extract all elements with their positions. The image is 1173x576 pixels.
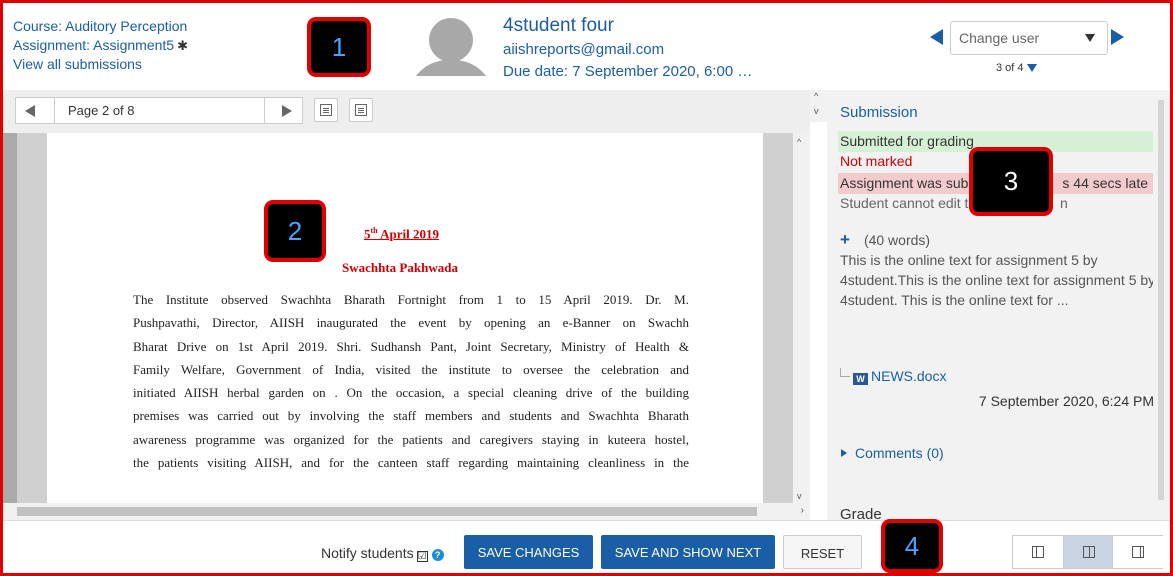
- notify-label: Notify students: [321, 545, 414, 561]
- avatar-icon: [408, 16, 494, 76]
- layout-toggle-group: [1012, 535, 1163, 569]
- arrow-left-icon[interactable]: [930, 29, 943, 45]
- status-late-tail: s 44 secs late: [1062, 175, 1148, 191]
- document-line: Pushpavathi, Director, AIISH inaugurated…: [133, 315, 689, 331]
- scroll-up-icon[interactable]: ^: [814, 91, 818, 101]
- document-date: 5th April 2019: [364, 226, 440, 242]
- callout-marker-3: 3: [969, 147, 1053, 216]
- online-text-preview: This is the online text for assignment 5…: [840, 252, 1156, 308]
- layout-left-icon: [1032, 546, 1044, 558]
- chevron-right-icon: [841, 449, 847, 457]
- course-info: Course: Auditory Perception Assignment: …: [13, 17, 188, 74]
- expand-button[interactable]: [349, 98, 373, 122]
- outer-scrollbar[interactable]: ^ v: [810, 90, 827, 122]
- gear-icon[interactable]: ✱: [177, 36, 188, 55]
- grader-footer: Notify students ☑? SAVE CHANGES SAVE AND …: [3, 520, 1170, 573]
- chevron-down-icon: [1085, 34, 1095, 42]
- student-email: aiishreports@gmail.com: [503, 41, 665, 58]
- callout-marker-4: 4: [881, 519, 943, 573]
- file-submission: W NEWS.docx 7 September 2020, 6:24 PM: [840, 368, 1160, 409]
- plus-icon[interactable]: +: [840, 230, 850, 249]
- page-navigator: Page 2 of 8: [15, 97, 303, 124]
- reset-button[interactable]: RESET: [783, 535, 862, 569]
- grade-pane-scrollbar[interactable]: [1153, 90, 1170, 520]
- save-and-show-next-button[interactable]: SAVE AND SHOW NEXT: [601, 535, 775, 569]
- document-line: premises was carried out by involving th…: [133, 408, 689, 424]
- document-body: The Institute observed Swachhta Bharath …: [133, 288, 689, 474]
- file-date: 7 September 2020, 6:24 PM: [978, 393, 1154, 409]
- course-link[interactable]: Course: Auditory Perception: [13, 18, 187, 34]
- default-layout-button[interactable]: [1063, 536, 1113, 568]
- document-line: Family Welfare, Government of India, vis…: [133, 361, 689, 377]
- submission-title: Submission: [840, 104, 918, 121]
- change-user-select[interactable]: Change user: [950, 21, 1108, 55]
- next-page-icon[interactable]: [282, 105, 292, 117]
- filter-icon[interactable]: [1026, 64, 1037, 72]
- pdf-vertical-scrollbar[interactable]: ^ v: [793, 133, 810, 503]
- document-heading: Swachhta Pakhwada: [342, 260, 458, 275]
- notify-checkbox[interactable]: ☑: [416, 551, 428, 562]
- scroll-right-icon[interactable]: ›: [801, 505, 804, 516]
- grader-header: Course: Auditory Perception Assignment: …: [3, 3, 1170, 90]
- assignment-link[interactable]: Assignment: Assignment5: [13, 37, 174, 53]
- word-count: (40 words): [863, 232, 931, 248]
- notify-students: Notify students ☑?: [321, 545, 444, 562]
- layout-split-icon: [1083, 546, 1095, 558]
- document-line: The Institute observed Swachhta Bharath …: [133, 292, 689, 307]
- comments-icon: [320, 104, 332, 116]
- document-line: awareness programme was organized for th…: [133, 431, 689, 447]
- search-comments-button[interactable]: [314, 98, 338, 122]
- comments-label: Comments (0): [855, 445, 944, 461]
- student-name[interactable]: 4student four: [503, 15, 752, 37]
- status-edit-tail: n: [1060, 195, 1068, 211]
- comments-toggle[interactable]: Comments (0): [841, 445, 944, 461]
- collapse-review-panel-button[interactable]: [1013, 536, 1063, 568]
- status-late-text: Assignment was sub: [840, 175, 969, 191]
- save-changes-button[interactable]: SAVE CHANGES: [464, 535, 593, 569]
- student-info: 4student four aiishreports@gmail.com Due…: [503, 15, 752, 83]
- callout-marker-2: 2: [264, 200, 326, 262]
- document-line: Bharat Drive on 1st April 2019. Shri. Su…: [133, 338, 689, 354]
- collapse-grade-panel-button[interactable]: [1113, 536, 1163, 568]
- layout-right-icon: [1132, 546, 1144, 558]
- pdf-page[interactable]: 5th April 2019 Swachhta Pakhwada The Ins…: [47, 133, 763, 520]
- pdf-review-pane: Page 2 of 8 5th April 2019 Swachhta Pakh…: [3, 90, 810, 520]
- status-edit-text: Student cannot edit t: [840, 195, 969, 211]
- scroll-down-icon[interactable]: v: [797, 491, 802, 501]
- online-text-submission: + (40 words) This is the online text for …: [840, 230, 1160, 310]
- file-link[interactable]: NEWS.docx: [871, 368, 946, 384]
- expand-icon: [355, 104, 367, 116]
- prev-page-icon[interactable]: [25, 105, 35, 117]
- due-date: Due date: 7 September 2020, 6:00 …: [503, 63, 753, 80]
- arrow-right-icon[interactable]: [1111, 29, 1124, 45]
- word-doc-icon: W: [853, 373, 868, 385]
- pdf-horizontal-scrollbar[interactable]: ›: [3, 503, 810, 520]
- pdf-canvas[interactable]: 5th April 2019 Swachhta Pakhwada The Ins…: [3, 133, 810, 520]
- user-count-text: 3 of 4: [996, 62, 1024, 74]
- document-line: the patients visiting AIISH, and for the…: [133, 455, 689, 471]
- change-user-placeholder: Change user: [959, 30, 1040, 46]
- page-select[interactable]: Page 2 of 8: [68, 103, 135, 118]
- help-icon[interactable]: ?: [431, 549, 444, 561]
- scroll-down-icon[interactable]: v: [814, 106, 819, 116]
- document-line: initiated AIISH herbal garden on . On th…: [133, 385, 689, 401]
- pdf-toolbar: Page 2 of 8: [3, 90, 810, 133]
- view-all-submissions-link[interactable]: View all submissions: [13, 56, 142, 72]
- user-navigation: Change user 3 of 4: [928, 21, 1128, 81]
- user-count: 3 of 4: [996, 62, 1037, 74]
- scroll-up-icon[interactable]: ^: [797, 137, 801, 147]
- grade-heading: Grade: [840, 506, 882, 520]
- callout-marker-1: 1: [307, 17, 371, 77]
